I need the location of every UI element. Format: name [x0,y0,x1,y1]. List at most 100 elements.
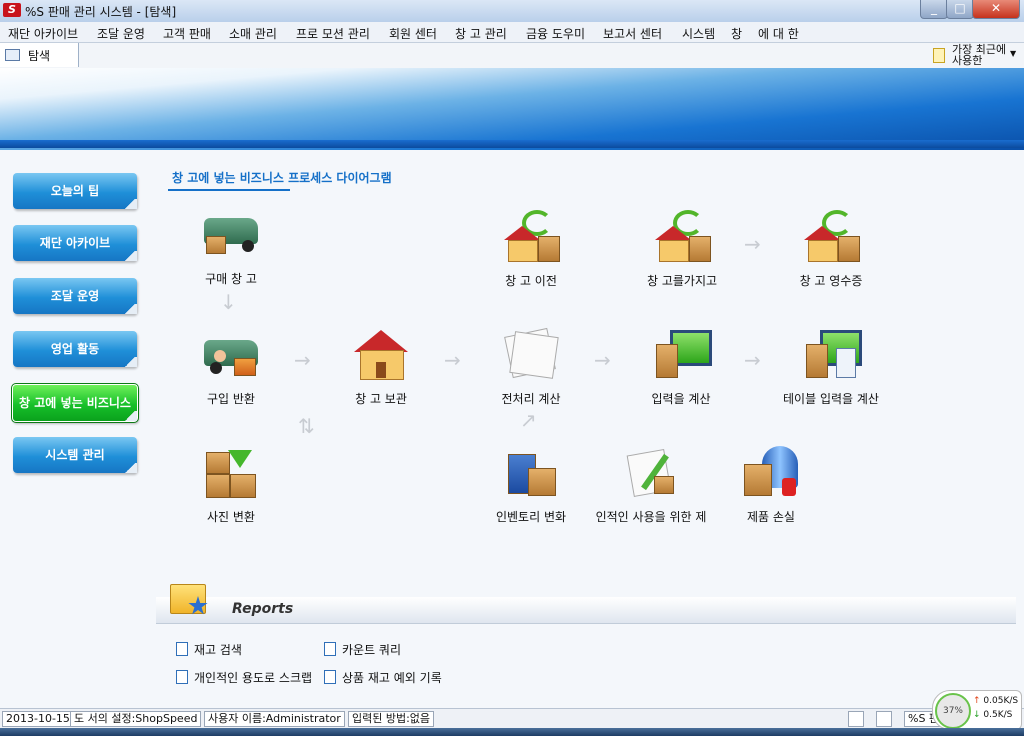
report-link-count-query[interactable]: 카운트 쿼리 [324,641,401,658]
close-button[interactable]: ✕ [972,0,1020,19]
report-link-inventory-search[interactable]: 재고 검색 [176,641,242,658]
node-label: 제품 손실 [747,510,795,524]
menu-item-retail[interactable]: 소매 관리 [229,25,277,42]
sidebar-item-label: 창 고에 넣는 비즈니스 [19,396,131,410]
node-label: 입력을 계산 [651,392,711,406]
maximize-button[interactable]: □ [946,0,974,19]
document-icon [324,670,336,684]
arrow-swap: ⇅ [298,414,315,438]
node-label: 인벤토리 변화 [495,510,567,524]
download-speed: 0.5K/S [983,710,1013,720]
papers-icon [500,324,562,380]
sidebar-item-sales[interactable]: 영업 활동 [13,331,137,367]
upload-arrow-icon: ↑ [973,696,981,706]
status-date: 2013-10-15 [2,711,74,727]
report-link-personal-scrap[interactable]: 개인적인 용도로 스크랩 [176,669,312,686]
node-photo-convert[interactable]: 사진 변환 [196,446,266,525]
house-recycle-icon [800,210,862,266]
menu-item-warehouse[interactable]: 창 고 관리 [455,25,507,42]
boxes-download-icon [200,446,262,502]
panel-icon[interactable] [876,711,892,727]
arrow-right: → [594,348,611,372]
window-title: %S 판매 관리 시스템 - [탐색] [25,5,177,19]
download-arrow-icon: ↓ [973,710,981,720]
menu-item-window[interactable]: 창 [731,25,742,42]
document-icon [933,48,945,63]
tab-strip: 탐색 가장 최근에 사용한 ▼ [0,43,1024,68]
report-link-inventory-exception[interactable]: 상품 재고 예외 기록 [324,669,442,686]
taskbar [0,728,1024,736]
node-inventory-change[interactable]: 인벤토리 변화 [490,444,572,525]
node-warehouse-storage[interactable]: 창 고 보관 [346,328,416,407]
sidebar-item-foundation-archive[interactable]: 재단 아카이브 [13,225,137,261]
truck-icon [200,206,262,262]
menu-item-procurement[interactable]: 조달 운영 [97,25,145,42]
document-icon [324,642,336,656]
chevron-down-icon[interactable]: ▼ [1010,49,1016,58]
sidebar-item-warehouse-in[interactable]: 창 고에 넣는 비즈니스 [11,383,139,423]
node-table-input-calc[interactable]: 테이블 입력을 계산 [776,326,886,407]
app-logo: S [3,3,21,17]
node-label: 창 고 보관 [355,392,407,406]
arrow-right: → [444,348,461,372]
arrow-right: → [744,348,761,372]
menu-item-about[interactable]: 에 대 한 [758,25,799,42]
node-personal-use[interactable]: 인적인 사용을 위한 제 [590,444,712,525]
minimize-button[interactable]: _ [920,0,948,19]
document-icon [176,670,188,684]
monitor-boxes-icon [650,326,712,382]
node-label: 구입 반환 [207,392,255,406]
house-recycle-icon [651,210,713,266]
title-bar: S %S 판매 관리 시스템 - [탐색] _ □ ✕ [0,0,1024,23]
sidebar-item-system-admin[interactable]: 시스템 관리 [13,437,137,473]
document-pencil-icon [620,444,682,500]
cpu-usage-gauge: 37% [935,693,971,729]
node-warehouse-take[interactable]: 창 고를가지고 [644,210,720,289]
node-product-loss[interactable]: 제품 손실 [736,444,806,525]
menu-item-member-center[interactable]: 회원 센터 [389,25,437,42]
node-input-calc[interactable]: 입력을 계산 [646,326,716,407]
banner-divider [0,140,1024,148]
diagram-title: 창 고에 넣는 비즈니스 프로세스 다이어그램 [172,171,392,185]
box-tank-icon [740,444,802,500]
sidebar-item-procurement[interactable]: 조달 운영 [13,278,137,314]
folder-star-icon [170,578,212,618]
header-banner [0,68,1024,150]
status-bar: 2013-10-15 도 서의 설정:ShopSpeed 사용자 이름:Admi… [0,708,1024,729]
sidebar-item-tips[interactable]: 오늘의 팁 [13,173,137,209]
layout-icon[interactable] [848,711,864,727]
node-warehouse-transfer[interactable]: 창 고 이전 [496,210,566,289]
node-label: 사진 변환 [207,510,255,524]
tab-navigation[interactable]: 탐색 [0,43,79,67]
arrow-down: ↓ [220,290,237,314]
node-warehouse-receipt[interactable]: 창 고 영수증 [796,210,866,289]
menu-bar: 재단 아카이브 조달 운영 고객 판매 소매 관리 프로 모션 관리 회원 센터… [0,22,1024,43]
menu-item-system[interactable]: 시스템 [682,25,715,42]
sidebar-item-label: 영업 활동 [50,342,100,356]
status-input-method: 입력된 방법:없음 [348,711,435,727]
node-label: 전처리 계산 [501,392,561,406]
menu-item-customer-sales[interactable]: 고객 판매 [163,25,211,42]
upload-speed: 0.05K/S [983,696,1019,706]
recent-used-dropdown[interactable]: 가장 최근에 사용한 [952,44,1008,66]
arrow-right: → [294,348,311,372]
menu-item-promotion[interactable]: 프로 모션 관리 [296,25,370,42]
network-speed-widget: 37% ↑ 0.05K/S ↓ 0.5K/S [932,690,1022,730]
node-label: 테이블 입력을 계산 [783,392,879,406]
house-icon [350,328,412,384]
menu-item-report-center[interactable]: 보고서 센터 [603,25,662,42]
node-purchase-warehouse[interactable]: 구매 창 고 [196,206,266,287]
arrow-diagonal: ↗ [520,408,537,432]
menu-item-foundation-archive[interactable]: 재단 아카이브 [8,25,78,42]
node-label: 창 고를가지고 [646,274,718,288]
status-settings: 도 서의 설정:ShopSpeed [70,711,202,727]
arrow-right: → [744,232,761,256]
truck-return-icon [200,328,262,384]
menu-item-finance[interactable]: 금융 도우미 [526,25,585,42]
node-label: 창 고 영수증 [799,274,863,288]
sidebar-item-label: 시스템 관리 [45,448,105,462]
node-preprocess-calc[interactable]: 전처리 계산 [496,324,566,407]
diagram-title-underline [168,189,290,191]
node-purchase-return[interactable]: 구입 반환 [196,328,266,407]
node-label: 구매 창 고 [205,272,257,286]
